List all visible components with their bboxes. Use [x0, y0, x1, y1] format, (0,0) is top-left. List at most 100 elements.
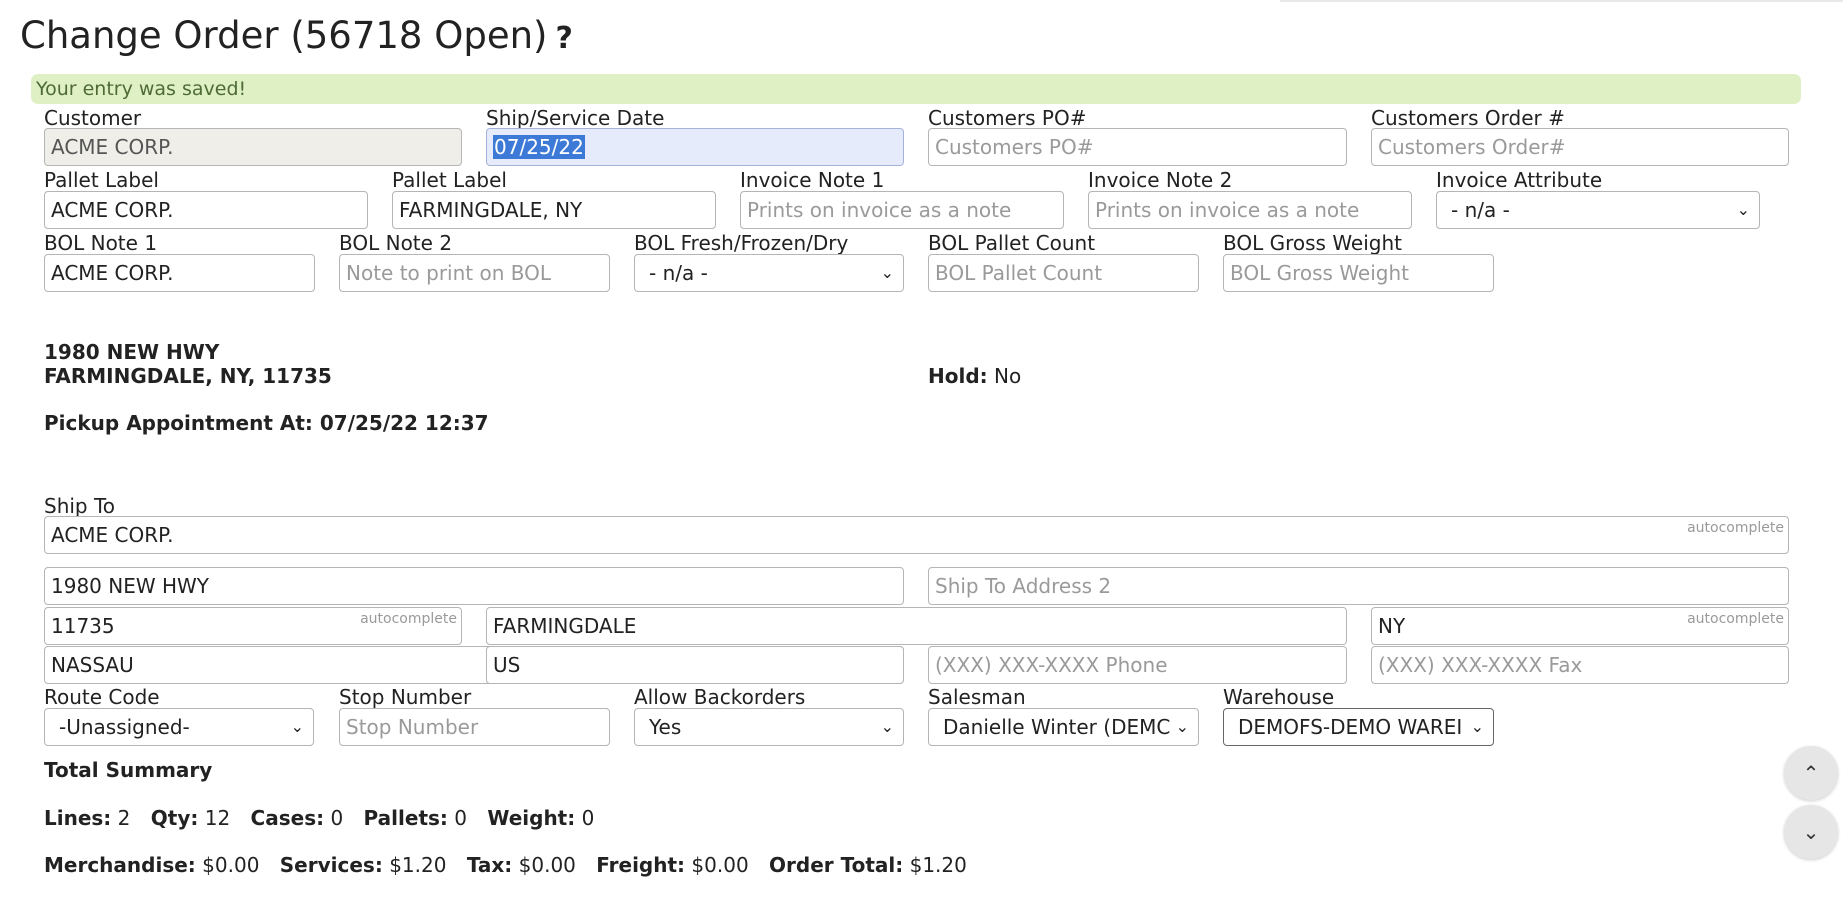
allow-backorders-label: Allow Backorders: [634, 685, 806, 709]
bol-note-2-field[interactable]: Note to print on BOL: [339, 254, 610, 292]
chevron-down-icon: ⌄: [1470, 717, 1484, 736]
customers-po-label: Customers PO#: [928, 106, 1087, 130]
bol-note-2-label: BOL Note 2: [339, 231, 453, 255]
stop-number-field[interactable]: Stop Number: [339, 708, 610, 746]
pallets-value: 0: [454, 806, 467, 830]
chevron-up-icon: ⌃: [1802, 761, 1820, 785]
pallet-label-1-label: Pallet Label: [44, 168, 159, 192]
ship-to-phone-field[interactable]: (XXX) XXX-XXXX Phone: [928, 646, 1347, 684]
merchandise-label: Merchandise:: [44, 853, 196, 877]
page-title-text: Change Order (56718 Open): [20, 14, 548, 57]
invoice-note-1-field[interactable]: Prints on invoice as a note: [740, 191, 1064, 229]
pallet-label-1-field[interactable]: ACME CORP.: [44, 191, 368, 229]
pallet-label-2-field[interactable]: FARMINGDALE, NY: [392, 191, 716, 229]
invoice-attribute-select[interactable]: - n/a - ⌄: [1436, 191, 1760, 229]
allow-backorders-value: Yes: [649, 715, 682, 739]
lines-value: 2: [117, 806, 131, 830]
cases-value: 0: [330, 806, 344, 830]
pallets-label: Pallets:: [363, 806, 448, 830]
chevron-down-icon: ⌄: [1175, 717, 1189, 736]
help-icon[interactable]: ?: [556, 21, 573, 56]
page-title: Change Order (56718 Open)?: [20, 14, 573, 57]
salesman-select[interactable]: Danielle Winter (DEMC ⌄: [928, 708, 1199, 746]
ship-to-address-2-field[interactable]: Ship To Address 2: [928, 567, 1789, 605]
warehouse-value: DEMOFS-DEMO WAREI: [1238, 715, 1463, 739]
ship-to-label: Ship To: [44, 494, 116, 518]
bol-note-1-label: BOL Note 1: [44, 231, 158, 255]
qty-value: 12: [204, 806, 231, 830]
invoice-note-1-label: Invoice Note 1: [740, 168, 885, 192]
hold-status: Hold: No: [928, 364, 1021, 388]
address-line-2: FARMINGDALE, NY, 11735: [44, 364, 332, 388]
ship-to-state-value: NY: [1378, 614, 1406, 638]
invoice-attribute-value: - n/a -: [1451, 198, 1510, 222]
qty-label: Qty:: [150, 806, 199, 830]
weight-value: 0: [581, 806, 595, 830]
bol-gross-weight-field[interactable]: BOL Gross Weight: [1223, 254, 1494, 292]
order-total-label: Order Total:: [769, 853, 904, 877]
chevron-down-icon: ⌄: [290, 717, 304, 736]
ship-to-zip-field[interactable]: 11735 autocomplete: [44, 607, 462, 645]
ship-date-value: 07/25/22: [493, 135, 585, 159]
scroll-up-button[interactable]: ⌃: [1784, 746, 1838, 800]
stop-number-label: Stop Number: [339, 685, 472, 709]
pickup-appointment: Pickup Appointment At: 07/25/22 12:37: [44, 411, 489, 435]
ship-date-label: Ship/Service Date: [486, 106, 665, 130]
summary-counts: Lines: 2 Qty: 12 Cases: 0 Pallets: 0 Wei…: [44, 806, 608, 830]
autocomplete-hint: autocomplete: [1687, 520, 1784, 536]
invoice-note-2-label: Invoice Note 2: [1088, 168, 1233, 192]
bol-pallet-count-label: BOL Pallet Count: [928, 231, 1096, 255]
ship-to-address-1-field[interactable]: 1980 NEW HWY: [44, 567, 904, 605]
ship-to-name-value: ACME CORP.: [51, 523, 174, 547]
bol-note-1-field[interactable]: ACME CORP.: [44, 254, 315, 292]
total-summary-title: Total Summary: [44, 758, 213, 782]
services-label: Services:: [279, 853, 383, 877]
ship-to-name-field[interactable]: ACME CORP. autocomplete: [44, 516, 1789, 554]
freight-label: Freight:: [596, 853, 686, 877]
freight-value: $0.00: [691, 853, 749, 877]
customers-order-label: Customers Order #: [1371, 106, 1565, 130]
hold-label: Hold:: [928, 364, 988, 388]
chevron-down-icon: ⌄: [880, 263, 894, 282]
ship-to-fax-field[interactable]: (XXX) XXX-XXXX Fax: [1371, 646, 1789, 684]
customer-field[interactable]: ACME CORP.: [44, 128, 462, 166]
success-alert: Your entry was saved!: [31, 74, 1801, 104]
ship-to-state-field[interactable]: NY autocomplete: [1371, 607, 1789, 645]
bol-fresh-value: - n/a -: [649, 261, 708, 285]
autocomplete-hint: autocomplete: [1687, 611, 1784, 627]
summary-totals: Merchandise: $0.00 Services: $1.20 Tax: …: [44, 853, 981, 877]
allow-backorders-select[interactable]: Yes ⌄: [634, 708, 904, 746]
change-order-page: Change Order (56718 Open)? Your entry wa…: [0, 0, 1843, 906]
warehouse-select[interactable]: DEMOFS-DEMO WAREI ⌄: [1223, 708, 1494, 746]
invoice-attribute-label: Invoice Attribute: [1436, 168, 1603, 192]
bol-fresh-label: BOL Fresh/Frozen/Dry: [634, 231, 849, 255]
address-line-1: 1980 NEW HWY: [44, 340, 220, 364]
salesman-label: Salesman: [928, 685, 1026, 709]
pallet-label-2-label: Pallet Label: [392, 168, 507, 192]
warehouse-label: Warehouse: [1223, 685, 1335, 709]
bol-pallet-count-field[interactable]: BOL Pallet Count: [928, 254, 1199, 292]
top-divider: [1280, 0, 1843, 2]
invoice-note-2-field[interactable]: Prints on invoice as a note: [1088, 191, 1412, 229]
order-total-value: $1.20: [909, 853, 967, 877]
scroll-down-button[interactable]: ⌄: [1784, 805, 1838, 859]
autocomplete-hint: autocomplete: [360, 611, 457, 627]
tax-value: $0.00: [518, 853, 576, 877]
chevron-down-icon: ⌄: [880, 717, 894, 736]
cases-label: Cases:: [250, 806, 325, 830]
bol-gross-weight-label: BOL Gross Weight: [1223, 231, 1403, 255]
bol-fresh-select[interactable]: - n/a - ⌄: [634, 254, 904, 292]
customers-po-field[interactable]: Customers PO#: [928, 128, 1347, 166]
ship-to-city-field[interactable]: FARMINGDALE: [486, 607, 1347, 645]
route-code-select[interactable]: -Unassigned- ⌄: [44, 708, 314, 746]
hold-value: No: [994, 364, 1022, 388]
ship-to-country-field[interactable]: US: [486, 646, 904, 684]
ship-date-field[interactable]: 07/25/22: [486, 128, 904, 166]
weight-label: Weight:: [487, 806, 576, 830]
lines-label: Lines:: [44, 806, 112, 830]
ship-to-zip-value: 11735: [51, 614, 115, 638]
route-code-value: -Unassigned-: [59, 715, 190, 739]
merchandise-value: $0.00: [202, 853, 260, 877]
customers-order-field[interactable]: Customers Order#: [1371, 128, 1789, 166]
salesman-value: Danielle Winter (DEMC: [943, 715, 1171, 739]
